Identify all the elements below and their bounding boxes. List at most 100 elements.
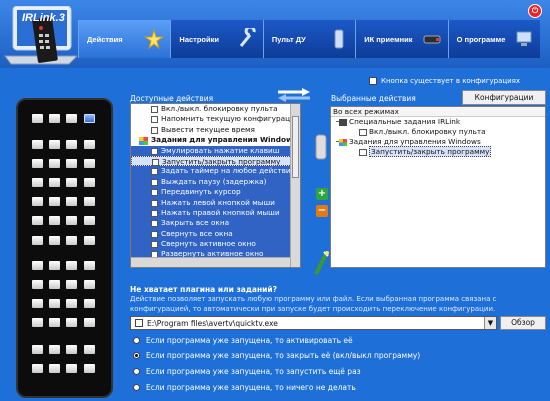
remote-button[interactable] [32, 299, 43, 308]
radio-button[interactable] [133, 352, 140, 359]
list-item[interactable]: Запустить/закрыть программу [131, 155, 300, 167]
horizontal-scrollbar[interactable] [131, 257, 290, 267]
close-button[interactable]: ⏻ [528, 4, 542, 18]
remote-button[interactable] [84, 318, 95, 327]
help-link[interactable]: Не хватает плагина или заданий? [130, 285, 277, 294]
remote-button[interactable] [66, 299, 77, 308]
remote-button[interactable] [66, 197, 77, 206]
wand-icon[interactable] [312, 250, 330, 276]
list-group[interactable]: Задания для управления Windows [131, 135, 300, 146]
list-item[interactable]: Свернуть все окна [131, 228, 300, 240]
remote-button[interactable] [32, 364, 43, 373]
radio-button[interactable] [133, 384, 140, 391]
checkbox-box[interactable] [369, 77, 377, 85]
remote-button[interactable] [32, 318, 43, 327]
remote-button[interactable] [32, 216, 43, 225]
remote-button[interactable] [32, 280, 43, 289]
remote-button[interactable] [49, 236, 60, 245]
remote-button[interactable] [66, 318, 77, 327]
remote-button[interactable] [66, 140, 77, 149]
radio-option[interactable]: Если программа уже запущена, то активиро… [133, 336, 353, 345]
remote-button[interactable] [49, 318, 60, 327]
remote-button[interactable] [32, 140, 43, 149]
remote-button[interactable] [32, 159, 43, 168]
remote-button[interactable] [66, 280, 77, 289]
remote-button[interactable] [84, 236, 95, 245]
program-path-select[interactable]: E:\Program files\avertv\quicktv.exe ▼ [130, 316, 497, 330]
list-item[interactable]: Напомнить текущую конфигураци [131, 114, 300, 124]
remote-button[interactable] [49, 299, 60, 308]
available-actions-list[interactable]: Вкл./выкл. блокировку пульта Напомнить те… [130, 103, 301, 268]
remote-button[interactable] [66, 345, 77, 354]
radio-option[interactable]: Если программа уже запущена, то запустит… [133, 367, 361, 376]
tab-about[interactable]: О программе [447, 20, 541, 58]
remote-button[interactable] [32, 178, 43, 187]
radio-button[interactable] [133, 337, 140, 344]
tab-actions[interactable]: Действия [78, 20, 171, 58]
add-action-button[interactable]: + [316, 188, 328, 200]
remote-button[interactable] [84, 216, 95, 225]
tab-remote[interactable]: Пульт ДУ [262, 20, 356, 58]
remote-button[interactable] [84, 114, 95, 123]
remote-button[interactable] [84, 280, 95, 289]
remote-button[interactable] [49, 280, 60, 289]
remote-button[interactable] [84, 159, 95, 168]
remote-button[interactable] [84, 178, 95, 187]
list-item[interactable]: Свернуть активное окно [131, 239, 300, 250]
list-item[interactable]: Закрыть все окна [131, 218, 300, 229]
list-item[interactable]: Вывести текущее время [131, 125, 300, 135]
remote-button[interactable] [49, 216, 60, 225]
list-item[interactable]: Нажать левой кнопкой мыши [131, 197, 300, 208]
list-item[interactable]: Нажать правой кнопкой мыши [131, 207, 300, 219]
action-icon [151, 209, 158, 217]
scrollbar-thumb[interactable] [292, 116, 299, 178]
tab-ir-receiver[interactable]: ИК приемник [355, 20, 448, 58]
list-item[interactable]: Задать таймер на любое действи [131, 166, 300, 177]
remote-button[interactable] [49, 114, 60, 123]
radio-button[interactable] [133, 368, 140, 375]
remote-button[interactable] [84, 261, 95, 270]
configurations-button[interactable]: Конфигурации [462, 90, 546, 105]
radio-option[interactable]: Если программа уже запущена, то закрыть … [133, 351, 420, 360]
remote-button[interactable] [84, 364, 95, 373]
list-item[interactable]: Передвинуть курсор [131, 187, 300, 198]
tree-node[interactable]: Вкл./выкл. блокировку пульта [331, 127, 545, 137]
remote-button[interactable] [32, 197, 43, 206]
list-item[interactable]: Выждать паузу (задержка) [131, 176, 300, 188]
remote-button[interactable] [49, 261, 60, 270]
remote-button[interactable] [66, 216, 77, 225]
selected-actions-tree[interactable]: Во всех режимах −Специальные задания IRL… [330, 106, 546, 268]
remove-action-button[interactable]: − [316, 205, 328, 217]
remote-button[interactable] [49, 197, 60, 206]
tree-node[interactable]: −Специальные задания IRLink [331, 117, 545, 127]
tab-settings[interactable]: Настройки [170, 20, 263, 58]
remote-button[interactable] [66, 236, 77, 245]
remote-button[interactable] [32, 261, 43, 270]
config-exists-checkbox[interactable]: Кнопка существует в конфигурациях [369, 77, 520, 85]
remote-button[interactable] [66, 364, 77, 373]
remote-button[interactable] [66, 261, 77, 270]
remote-button[interactable] [49, 140, 60, 149]
remote-button[interactable] [84, 299, 95, 308]
radio-option[interactable]: Если программа уже запущена, то ничего н… [133, 383, 356, 392]
list-item[interactable]: Вкл./выкл. блокировку пульта [131, 104, 300, 114]
dropdown-arrow-icon[interactable]: ▼ [484, 317, 496, 329]
remote-button[interactable] [84, 140, 95, 149]
vertical-scrollbar[interactable] [290, 104, 300, 267]
remote-button[interactable] [49, 364, 60, 373]
browse-button[interactable]: Обзор [500, 316, 546, 330]
remote-button[interactable] [32, 236, 43, 245]
list-item[interactable]: Эмулировать нажатие клавиш [131, 145, 300, 156]
remote-button[interactable] [84, 345, 95, 354]
remote-button[interactable] [32, 114, 43, 123]
remote-button[interactable] [49, 178, 60, 187]
remote-button[interactable] [66, 114, 77, 123]
remote-button[interactable] [32, 345, 43, 354]
tree-node[interactable]: Запустить/закрыть программу [331, 146, 545, 157]
remote-button[interactable] [49, 345, 60, 354]
remote-button[interactable] [66, 178, 77, 187]
remote-button[interactable] [49, 159, 60, 168]
remote-button[interactable] [66, 159, 77, 168]
remote-button[interactable] [84, 197, 95, 206]
computer-icon [516, 31, 532, 46]
